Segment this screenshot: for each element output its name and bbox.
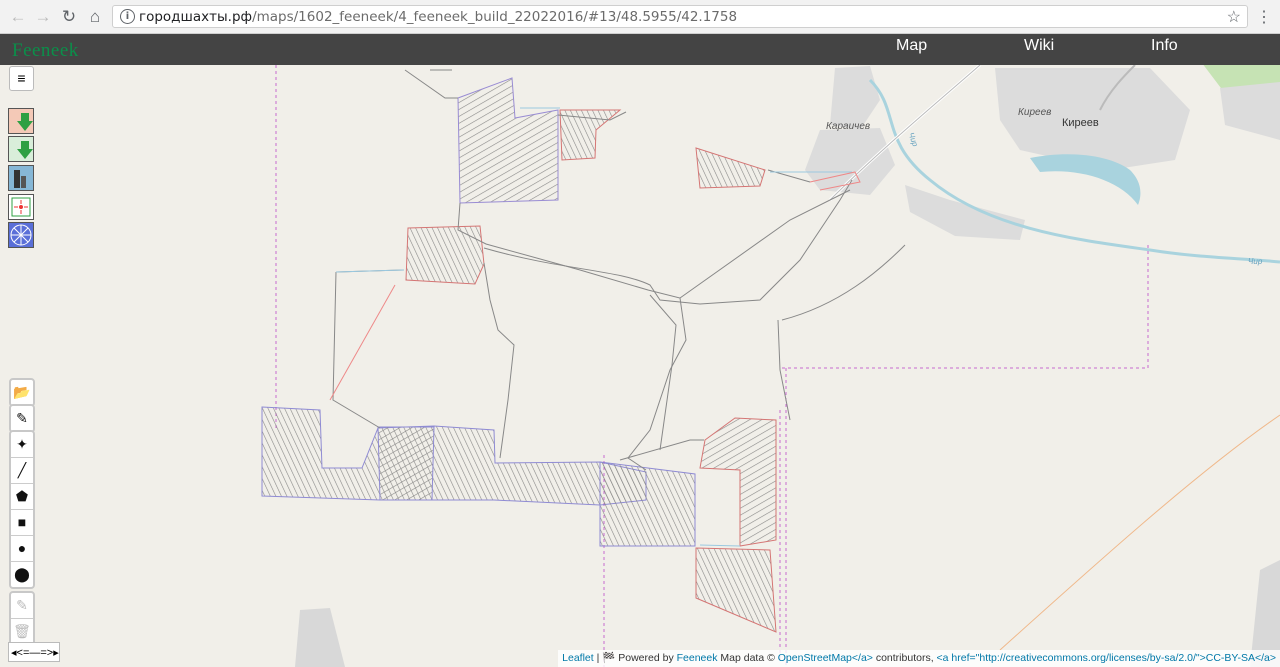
map-canvas[interactable]: Караичев Киреев Киреев Чир Чир ≡ 📂 ✎ ✦ ╱…	[0, 65, 1280, 667]
edit-icon[interactable]: ✎	[11, 593, 33, 619]
locate-icon[interactable]	[8, 194, 34, 220]
download-route-icon[interactable]	[8, 136, 34, 162]
draw-line-icon[interactable]: ╱	[11, 458, 33, 484]
label-kireev: Киреев	[1062, 117, 1099, 129]
osm-link[interactable]: OpenStreetMap</a>	[778, 652, 873, 664]
layer-menu-button[interactable]: ≡	[9, 66, 34, 91]
file-toolbar: 📂	[9, 378, 35, 407]
license-link[interactable]: <a href="http://creativecommons.org/lice…	[937, 652, 1276, 664]
nav-wiki[interactable]: Wiki	[1024, 37, 1054, 55]
download-track-icon[interactable]	[8, 108, 34, 134]
delete-icon[interactable]: 🗑	[11, 619, 33, 644]
attr-mapdata: Map data ©	[717, 652, 778, 664]
gray-patch-sw	[295, 608, 345, 667]
address-bar[interactable]: i городшахты.рф/maps/1602_feeneek/4_feen…	[112, 5, 1248, 28]
feeneek-link[interactable]: Feeneek	[677, 652, 718, 664]
draw-circle-icon[interactable]: ●	[11, 536, 33, 562]
url-host: городшахты.рф	[139, 9, 253, 25]
site-header	[0, 34, 1280, 65]
edit-toolbar: ✎ 🗑	[9, 591, 35, 646]
leaflet-link[interactable]: Leaflet	[562, 652, 594, 664]
bookmark-star-icon[interactable]: ☆	[1227, 7, 1241, 27]
label-river-chir-2: Чир	[1248, 257, 1263, 266]
browser-menu-icon[interactable]: ⋮	[1256, 7, 1272, 27]
road-se	[999, 414, 1280, 651]
attr-sep: | 🏁 Powered by	[593, 652, 677, 664]
info-icon[interactable]: i	[120, 9, 135, 24]
draw-polygon-icon[interactable]: ⬟	[11, 484, 33, 510]
browser-toolbar: ← → ↻ ⌂ i городшахты.рф/maps/1602_feenee…	[0, 0, 1280, 34]
attr-contrib: contributors,	[872, 652, 937, 664]
mine-tower-icon[interactable]	[8, 165, 34, 191]
logo[interactable]: Feeneek	[12, 40, 79, 62]
nav-info[interactable]: Info	[1151, 37, 1178, 55]
draw-toolbar: ✎	[9, 404, 35, 433]
grid-globe-icon[interactable]	[8, 222, 34, 248]
home-button[interactable]: ⌂	[85, 7, 105, 27]
label-kireev-italic: Киреев	[1018, 107, 1052, 118]
label-karaichev: Караичев	[826, 121, 871, 132]
draw-marker-icon[interactable]: ⬤	[11, 562, 33, 587]
magic-icon[interactable]: ✦	[11, 432, 33, 458]
shape-toolbar: ✦ ╱ ⬟ ■ ● ⬤	[9, 430, 35, 589]
town-ne	[1220, 82, 1280, 140]
reload-button[interactable]: ↻	[59, 7, 79, 27]
url-path: /maps/1602_feeneek/4_feeneek_build_22022…	[252, 9, 738, 25]
map-layer	[261, 65, 1280, 667]
town-karaichev	[805, 128, 895, 195]
back-button[interactable]: ←	[8, 7, 28, 27]
url-text: городшахты.рф/maps/1602_feeneek/4_feenee…	[139, 9, 737, 25]
town-karaichev-east	[905, 185, 1025, 240]
open-file-icon[interactable]: 📂	[11, 380, 33, 405]
pen-icon[interactable]: ✎	[11, 406, 33, 431]
nav-map[interactable]: Map	[896, 37, 927, 55]
map-attribution: Leaflet | 🏁 Powered by Feeneek Map data …	[558, 650, 1280, 667]
forward-button[interactable]: →	[33, 7, 53, 27]
panel-toggle[interactable]: ◂<=—=>▸	[8, 642, 60, 662]
draw-rectangle-icon[interactable]: ■	[11, 510, 33, 536]
gps-tracks	[261, 77, 777, 633]
